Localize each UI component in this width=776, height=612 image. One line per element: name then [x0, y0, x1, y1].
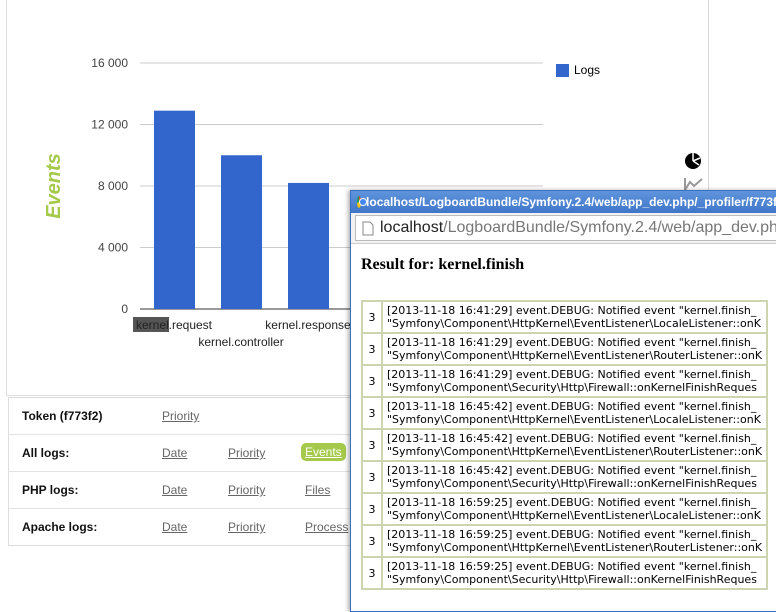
log-message: [2013-11-18 16:41:29] event.DEBUG: Notif…	[383, 366, 767, 396]
nav-row-label: All logs:	[22, 446, 70, 460]
log-row: 3 [2013-11-18 16:45:42] event.DEBUG: Noti…	[363, 430, 767, 460]
link-priority[interactable]: Priority	[162, 409, 199, 423]
y-tick-label: 12 000	[91, 118, 128, 132]
bar	[288, 182, 329, 309]
log-row: 3 [2013-11-18 16:45:42] event.DEBUG: Noti…	[363, 398, 767, 428]
log-message: [2013-11-18 16:59:25] event.DEBUG: Notif…	[383, 558, 767, 588]
x-tick-label: kernel.response	[265, 318, 351, 332]
bar	[154, 110, 195, 309]
link-date[interactable]: Date	[162, 520, 187, 534]
log-message: [2013-11-18 16:45:42] event.DEBUG: Notif…	[383, 462, 767, 492]
link-files[interactable]: Files	[305, 483, 330, 497]
log-priority: 3	[363, 334, 381, 364]
nav-row-label: PHP logs:	[22, 483, 79, 497]
chrome-icon	[357, 196, 367, 208]
y-tick-label: 16 000	[91, 56, 128, 70]
log-message: [2013-11-18 16:41:29] event.DEBUG: Notif…	[383, 302, 767, 332]
log-priority: 3	[363, 462, 381, 492]
link-process[interactable]: Process	[305, 520, 348, 534]
link-priority[interactable]: Priority	[228, 483, 265, 497]
nav-row: Apache logs: Date Priority Process	[9, 509, 369, 545]
legend-swatch	[556, 63, 569, 77]
log-row: 3 [2013-11-18 16:45:42] event.DEBUG: Noti…	[363, 462, 767, 492]
link-date[interactable]: Date	[162, 446, 187, 460]
popup-title-bar[interactable]: localhost/LogboardBundle/Symfony.2.4/web…	[351, 191, 776, 213]
line-chart-icon[interactable]	[684, 178, 703, 191]
log-message: [2013-11-18 16:59:25] event.DEBUG: Notif…	[383, 494, 767, 524]
result-heading: Result for: kernel.finish	[361, 256, 525, 273]
log-message: [2013-11-18 16:45:42] event.DEBUG: Notif…	[383, 430, 767, 460]
nav-row: Token (f773f2) Priority	[9, 398, 369, 435]
log-priority: 3	[363, 494, 381, 524]
address-bar: localhost/LogboardBundle/Symfony.2.4/web…	[351, 213, 776, 244]
chart-legend: Logs	[556, 63, 600, 77]
nav-row: All logs: Date Priority Events	[9, 435, 369, 472]
link-priority[interactable]: Priority	[228, 446, 265, 460]
log-message: [2013-11-18 16:41:29] event.DEBUG: Notif…	[383, 334, 767, 364]
log-message: [2013-11-18 16:59:25] event.DEBUG: Notif…	[383, 526, 767, 556]
log-priority: 3	[363, 558, 381, 588]
x-tick-label: kernel.controller	[198, 335, 283, 349]
x-tick-label: kernel.request	[136, 318, 213, 332]
legend-label: Logs	[574, 63, 601, 77]
link-events[interactable]: Events	[301, 443, 346, 461]
popup-title: localhost/LogboardBundle/Symfony.2.4/web…	[366, 195, 776, 209]
log-priority: 3	[363, 366, 381, 396]
nav-row-label: Apache logs:	[22, 520, 98, 534]
log-row: 3 [2013-11-18 16:59:25] event.DEBUG: Noti…	[363, 558, 767, 588]
log-priority: 3	[363, 430, 381, 460]
log-row: 3 [2013-11-18 16:59:25] event.DEBUG: Noti…	[363, 494, 767, 524]
log-priority: 3	[363, 302, 381, 332]
url-field[interactable]: localhost/LogboardBundle/Symfony.2.4/web…	[355, 215, 776, 241]
link-date[interactable]: Date	[162, 483, 187, 497]
pie-chart-icon[interactable]	[685, 153, 701, 169]
nav-row-label: Token (f773f2)	[22, 409, 103, 423]
y-tick-label: 8 000	[98, 179, 128, 193]
y-tick-label: 0	[121, 302, 128, 316]
popup-window: localhost/LogboardBundle/Symfony.2.4/web…	[350, 190, 776, 612]
url-host: localhost	[380, 219, 444, 236]
link-priority[interactable]: Priority	[228, 520, 265, 534]
log-table: 3 [2013-11-18 16:41:29] event.DEBUG: Noti…	[361, 300, 769, 590]
log-priority: 3	[363, 398, 381, 428]
log-row: 3 [2013-11-18 16:41:29] event.DEBUG: Noti…	[363, 366, 767, 396]
page-icon	[362, 221, 374, 235]
log-row: 3 [2013-11-18 16:59:25] event.DEBUG: Noti…	[363, 526, 767, 556]
log-row: 3 [2013-11-18 16:41:29] event.DEBUG: Noti…	[363, 302, 767, 332]
y-axis-label: Events	[43, 153, 65, 219]
url-path: /LogboardBundle/Symfony.2.4/web/app_dev.…	[443, 219, 776, 236]
log-priority: 3	[363, 526, 381, 556]
nav-row: PHP logs: Date Priority Files	[9, 472, 369, 509]
log-row: 3 [2013-11-18 16:41:29] event.DEBUG: Noti…	[363, 334, 767, 364]
bar	[221, 155, 262, 309]
y-tick-label: 4 000	[98, 241, 128, 255]
log-navigation-table: Token (f773f2) Priority All logs: Date Prior…	[8, 397, 369, 546]
log-message: [2013-11-18 16:45:42] event.DEBUG: Notif…	[383, 398, 767, 428]
